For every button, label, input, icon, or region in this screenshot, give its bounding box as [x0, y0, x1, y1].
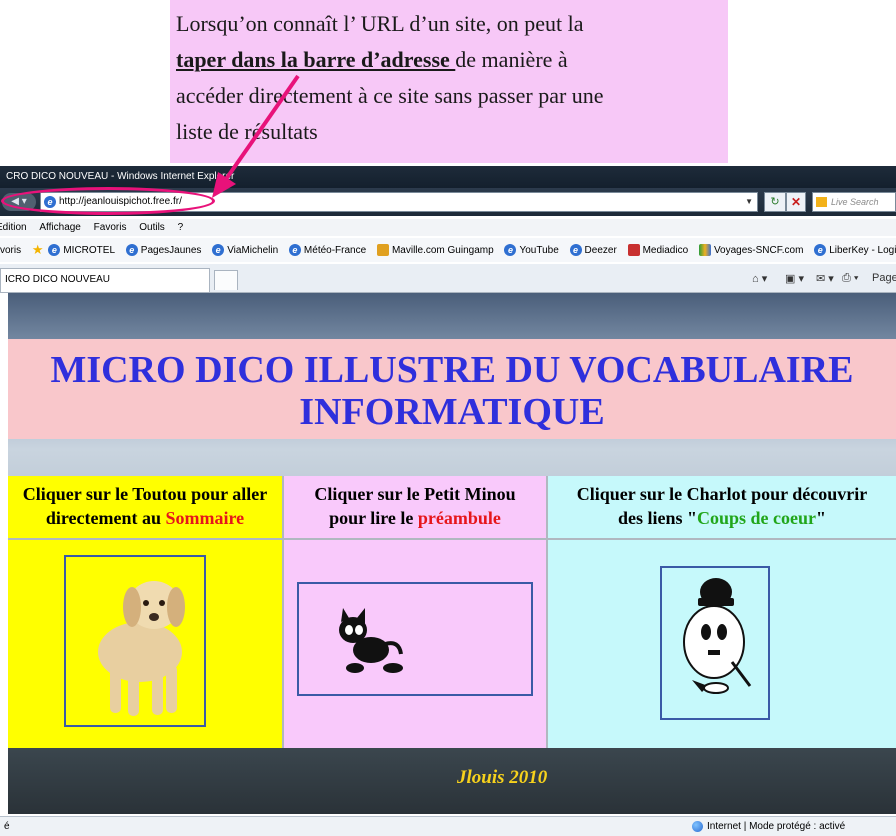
- menu-affichage[interactable]: Affichage: [39, 219, 81, 236]
- tab-bar: ICRO DICO NOUVEAU ⌂ ▾ ▣ ▾ ✉ ▾ ⎙ ▾ Page: [0, 264, 896, 293]
- ie-icon: e: [814, 244, 827, 256]
- cat-icon: [339, 608, 403, 673]
- window-title: CRO DICO NOUVEAU - Windows Internet Expl…: [6, 171, 235, 182]
- menu-help[interactable]: ?: [178, 219, 184, 236]
- page-footer: Jlouis 2010: [457, 767, 548, 788]
- page-banner: MICRO DICO ILLUSTRE DU VOCABULAIRE INFOR…: [8, 339, 896, 439]
- charlot-icon: [683, 578, 752, 694]
- fav-meteo-france[interactable]: e Météo-France: [288, 239, 366, 262]
- tab-current[interactable]: ICRO DICO NOUVEAU: [0, 268, 210, 292]
- cell-toutou: Cliquer sur le Toutou pour aller directe…: [8, 476, 284, 748]
- link-coups-de-coeur[interactable]: Coups de coeur: [697, 508, 816, 528]
- security-zone: Internet | Mode protégé : activé: [692, 817, 845, 836]
- home-icon[interactable]: ⌂ ▾: [752, 272, 767, 285]
- cell-minou: Cliquer sur le Petit Minou pour lire le …: [284, 476, 548, 748]
- page-menu[interactable]: Page: [872, 272, 896, 284]
- fav-maville[interactable]: Maville.com Guingamp: [376, 239, 494, 262]
- puppy-image[interactable]: [64, 555, 206, 727]
- link-sommaire[interactable]: Sommaire: [165, 508, 244, 528]
- favorites-bar: voris ★ e MICROTEL e PagesJaunes e ViaMiche…: [0, 238, 896, 262]
- fav-liberkey[interactable]: eLiberKey - Logiciels: [814, 239, 896, 262]
- fav-voyages-sncf[interactable]: Voyages-SNCF.com: [698, 239, 803, 262]
- cell-charlot: Cliquer sur le Charlot pour découvrir de…: [548, 476, 896, 748]
- ie-icon: e: [48, 244, 61, 256]
- sncf-icon: [698, 244, 711, 256]
- link-preambule[interactable]: préambule: [418, 508, 501, 528]
- search-placeholder: Live Search: [831, 197, 879, 207]
- puppy-icon: [98, 581, 185, 716]
- maville-icon: [376, 244, 389, 256]
- refresh-button[interactable]: ↻: [764, 192, 786, 212]
- search-input[interactable]: Live Search: [812, 192, 896, 212]
- add-favorite-star-icon[interactable]: ★: [32, 238, 44, 262]
- ie-icon: e: [125, 244, 138, 256]
- ie-icon: e: [288, 244, 301, 256]
- mediadico-icon: [627, 244, 640, 256]
- window-title-bar: CRO DICO NOUVEAU - Windows Internet Expl…: [0, 166, 896, 188]
- ie-icon: e: [504, 244, 517, 256]
- charlot-image[interactable]: [660, 566, 770, 720]
- feeds-icon[interactable]: ▣ ▾: [785, 272, 804, 285]
- print-icon[interactable]: ⎙ ▾: [842, 272, 858, 285]
- annotation-line-3: accéder directement à ce site sans passe…: [176, 83, 604, 108]
- ie-icon: e: [212, 244, 225, 256]
- banner-line-2: INFORMATIQUE: [299, 391, 605, 433]
- cell-charlot-caption: Cliquer sur le Charlot pour découvrir de…: [548, 476, 896, 540]
- ie-icon: e: [569, 244, 582, 256]
- fav-youtube[interactable]: e YouTube: [504, 239, 559, 262]
- fav-pagesjaunes[interactable]: e PagesJaunes: [125, 239, 201, 262]
- cat-image[interactable]: [297, 582, 533, 696]
- new-tab-button[interactable]: [214, 270, 238, 290]
- annotation-callout: Lorsqu’on connaît l’ URL d’un site, on p…: [170, 0, 728, 163]
- fav-microtel[interactable]: e MICROTEL: [48, 239, 115, 262]
- banner-line-1: MICRO DICO ILLUSTRE DU VOCABULAIRE: [50, 349, 854, 391]
- annotation-after-emphasis: de manière à: [455, 47, 568, 72]
- cell-toutou-caption: Cliquer sur le Toutou pour aller directe…: [8, 476, 282, 540]
- address-highlight-ellipse: [1, 187, 215, 215]
- status-text: é: [4, 821, 10, 832]
- menu-outils[interactable]: Outils: [139, 219, 165, 236]
- web-page: MICRO DICO ILLUSTRE DU VOCABULAIRE INFOR…: [8, 293, 896, 814]
- annotation-line-2: taper dans la barre d’adresse de manière…: [176, 42, 722, 78]
- annotation-line-4: liste de résultats: [176, 119, 318, 144]
- address-dropdown-icon[interactable]: ▼: [745, 193, 753, 211]
- status-bar: é Internet | Mode protégé : activé: [0, 816, 896, 836]
- stop-button[interactable]: ✕: [786, 192, 806, 212]
- globe-icon: [692, 820, 703, 832]
- menu-edition[interactable]: Edition: [0, 219, 27, 236]
- fav-deezer[interactable]: e Deezer: [569, 239, 617, 262]
- cell-minou-caption: Cliquer sur le Petit Minou pour lire le …: [284, 476, 546, 540]
- favorites-label[interactable]: voris: [0, 239, 21, 262]
- mail-icon[interactable]: ✉ ▾: [816, 272, 834, 285]
- annotation-line-1: Lorsqu’on connaît l’ URL d’un site, on p…: [176, 11, 584, 36]
- menu-favoris[interactable]: Favoris: [94, 219, 127, 236]
- fav-mediadico[interactable]: Mediadico: [627, 239, 688, 262]
- fav-viamichelin[interactable]: e ViaMichelin: [212, 239, 278, 262]
- annotation-emphasis: taper dans la barre d’adresse: [176, 47, 456, 72]
- live-search-icon: [816, 197, 827, 207]
- menu-bar: Edition Affichage Favoris Outils ?: [0, 219, 896, 236]
- navigation-grid: Cliquer sur le Toutou pour aller directe…: [8, 476, 896, 748]
